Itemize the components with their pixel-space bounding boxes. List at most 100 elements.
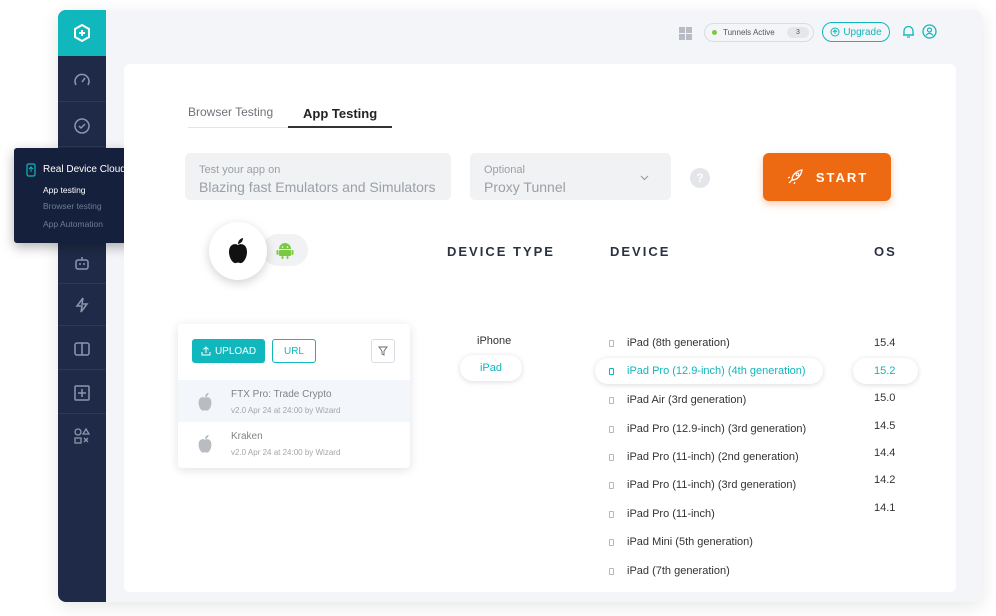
tab-app-testing[interactable]: App Testing	[303, 106, 377, 121]
tab-baseline	[188, 127, 288, 128]
ios-toggle[interactable]	[209, 222, 267, 280]
os-version-selected[interactable]: 15.2	[853, 358, 918, 384]
os-version[interactable]: 15.0	[874, 392, 895, 404]
chevron-down-icon	[640, 175, 649, 181]
device-label: iPad Pro (11-inch)	[627, 508, 715, 520]
lightning-icon	[75, 297, 89, 312]
device-label: iPad Air (3rd generation)	[627, 394, 747, 406]
filter-icon	[378, 346, 388, 356]
app-list-panel: UPLOAD URL FTX Pro: Trade Crypto v2.0 Ap…	[178, 324, 410, 468]
device-row[interactable]: iPad Pro (12.9-inch) (3rd generation)	[609, 423, 806, 435]
logo-icon	[74, 23, 90, 43]
tablet-icon	[609, 510, 614, 518]
apple-app-icon	[198, 392, 212, 411]
upgrade-button[interactable]: Upgrade	[822, 22, 890, 42]
mobile-device-icon	[26, 163, 36, 177]
column-header-device: DEVICE	[610, 244, 671, 259]
tunnels-status[interactable]: Tunnels Active 3	[704, 23, 814, 42]
column-header-os: OS	[874, 244, 897, 259]
lambdatest-logo[interactable]	[58, 10, 106, 56]
tunnels-count-badge: 3	[787, 27, 809, 38]
clock-check-icon	[74, 117, 90, 134]
device-type-ipad[interactable]: iPad	[460, 355, 522, 381]
device-label: iPad (8th generation)	[627, 337, 730, 349]
tablet-icon	[609, 425, 614, 433]
speedometer-icon	[74, 73, 90, 85]
device-row[interactable]: iPad Mini (5th generation)	[609, 536, 753, 548]
apps-grid-icon[interactable]	[679, 27, 692, 40]
device-label: iPad Pro (12.9-inch) (4th generation)	[627, 365, 806, 377]
menu-title: Real Device Cloud	[43, 164, 126, 175]
device-row[interactable]: iPad Pro (11-inch)	[609, 508, 715, 520]
device-label: iPad Pro (11-inch) (2nd generation)	[627, 451, 799, 463]
app-list-item[interactable]: Kraken v2.0 Apr 24 at 24:00 by Wizard	[178, 422, 410, 464]
status-dot-icon	[712, 30, 717, 35]
device-row[interactable]: iPad Pro (11-inch) (2nd generation)	[609, 451, 799, 463]
app-name: FTX Pro: Trade Crypto	[231, 389, 332, 400]
menu-item-browser-testing[interactable]: Browser testing	[43, 201, 102, 211]
menu-item-app-testing[interactable]: App testing	[43, 185, 86, 195]
os-version[interactable]: 14.1	[874, 502, 895, 514]
os-version[interactable]: 14.5	[874, 420, 895, 432]
active-tab-indicator	[288, 126, 392, 128]
test-target-label: Test your app on	[199, 164, 281, 176]
device-row[interactable]: iPad Pro (11-inch) (3rd generation)	[609, 479, 796, 491]
tablet-icon	[609, 567, 614, 575]
tunnels-label: Tunnels Active	[723, 28, 775, 37]
upload-label: UPLOAD	[214, 345, 257, 357]
tablet-icon	[609, 339, 614, 347]
device-label: iPad Pro (11-inch) (3rd generation)	[627, 479, 797, 491]
column-header-device-type: DEVICE TYPE	[447, 244, 555, 259]
upgrade-label: Upgrade	[843, 26, 882, 38]
proxy-tunnel-label: Optional	[484, 164, 525, 176]
os-version[interactable]: 15.4	[874, 337, 895, 349]
proxy-tunnel-dropdown[interactable]: Optional Proxy Tunnel	[470, 153, 671, 200]
tab-browser-testing[interactable]: Browser Testing	[188, 105, 273, 119]
tablet-icon	[609, 396, 614, 404]
test-target-value: Blazing fast Emulators and Simulators	[199, 179, 436, 195]
apple-icon	[229, 238, 247, 264]
device-label: iPad Mini (5th generation)	[627, 536, 753, 548]
url-button[interactable]: URL	[272, 339, 316, 363]
sidebar-item-history[interactable]	[58, 105, 106, 147]
user-avatar-icon[interactable]	[922, 24, 937, 39]
bell-icon[interactable]	[902, 25, 915, 39]
device-type-iphone[interactable]: iPhone	[477, 335, 511, 347]
rocket-icon	[787, 169, 803, 185]
sidebar-item-add[interactable]	[58, 372, 106, 414]
tablet-icon	[609, 538, 614, 546]
filter-button[interactable]	[371, 339, 395, 363]
device-row[interactable]: iPad (7th generation)	[609, 565, 730, 577]
sidebar-item-dashboard[interactable]	[58, 60, 106, 102]
compare-icon	[74, 341, 90, 356]
app-meta: v2.0 Apr 24 at 24:00 by Wizard	[231, 406, 341, 415]
app-list-item[interactable]: FTX Pro: Trade Crypto v2.0 Apr 24 at 24:…	[178, 380, 410, 422]
sidebar-item-visual[interactable]	[58, 328, 106, 370]
os-version[interactable]: 14.2	[874, 474, 895, 486]
tablet-icon	[609, 481, 614, 489]
shapes-icon	[74, 427, 91, 444]
os-version[interactable]: 14.4	[874, 447, 895, 459]
upload-button[interactable]: UPLOAD	[192, 339, 265, 363]
sidebar-item-hyperexecute[interactable]	[58, 284, 106, 326]
sidebar-item-automation[interactable]	[58, 242, 106, 284]
upload-icon	[201, 346, 211, 356]
device-row[interactable]: iPad (8th generation)	[609, 337, 730, 349]
device-type-ipad-label: iPad	[479, 362, 503, 374]
sidebar	[58, 10, 106, 602]
start-label: START	[815, 169, 869, 185]
device-label: iPad Pro (12.9-inch) (3rd generation)	[627, 423, 807, 435]
arrow-up-circle-icon	[830, 27, 840, 37]
device-row-selected[interactable]: iPad Pro (12.9-inch) (4th generation)	[595, 358, 823, 384]
test-target-select[interactable]: Test your app on Blazing fast Emulators …	[185, 153, 451, 200]
menu-item-app-automation[interactable]: App Automation	[43, 219, 103, 229]
apple-app-icon	[198, 434, 212, 453]
android-icon[interactable]	[276, 241, 294, 259]
tablet-icon	[609, 453, 614, 461]
app-meta: v2.0 Apr 24 at 24:00 by Wizard	[231, 448, 341, 457]
start-button[interactable]: START	[763, 153, 891, 201]
help-icon[interactable]: ?	[690, 168, 710, 188]
sidebar-item-integrations[interactable]	[58, 415, 106, 457]
device-row[interactable]: iPad Air (3rd generation)	[609, 394, 746, 406]
app-name: Kraken	[231, 431, 263, 442]
